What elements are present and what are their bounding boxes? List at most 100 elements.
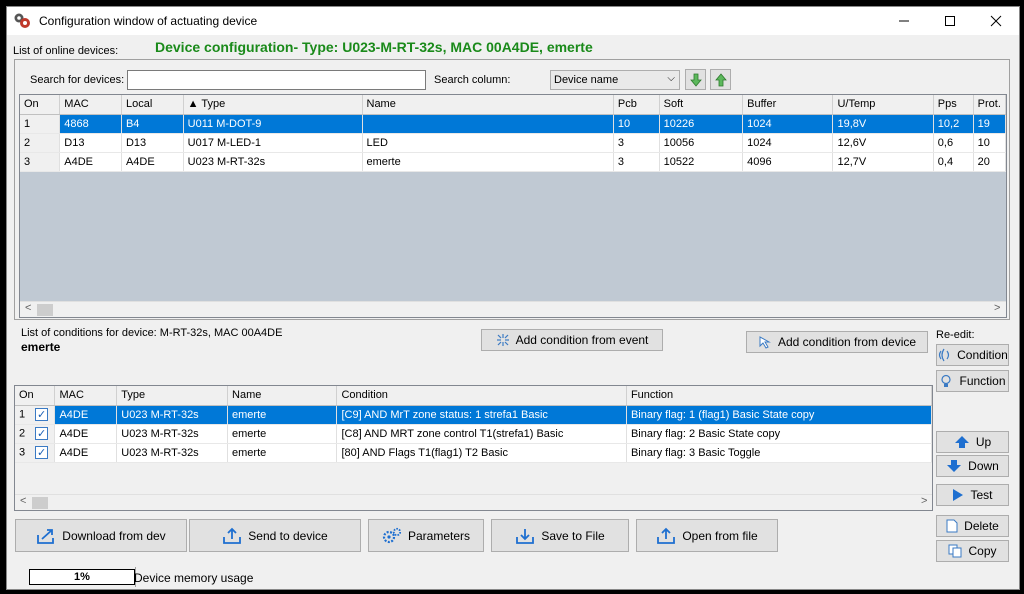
table-cell: U023 M-RT-32s [183, 152, 363, 172]
save-file-label: Save to File [541, 528, 605, 543]
add-from-event-label: Add condition from event [515, 333, 649, 347]
table-cell: [80] AND Flags T1(flag1) T2 Basic [336, 443, 627, 463]
table-cell: LED [362, 133, 614, 153]
conditions-table-row[interactable]: 3 ✓ A4DE U023 M-RT-32s emerte [80] AND Flags … [15, 443, 932, 463]
minimize-icon [899, 20, 909, 22]
add-from-device-label: Add condition from device [777, 335, 917, 349]
conditions-col-header[interactable]: Function [626, 386, 932, 406]
maximize-icon [945, 16, 955, 26]
conditions-table-row[interactable]: 1 ✓ A4DE U023 M-RT-32s emerte [C9] AND MrT zo… [15, 405, 932, 425]
edit-function-button[interactable]: Function [936, 370, 1009, 392]
devices-table-row[interactable]: 3 A4DE A4DE U023 M-RT-32s emerte 3 10522 4096 12… [20, 152, 1006, 172]
enabled-checkbox[interactable]: ✓ [35, 446, 49, 459]
devices-col-header[interactable]: MAC [59, 95, 122, 115]
conditions-col-header[interactable]: MAC [54, 386, 118, 406]
table-cell: 10,2 [933, 114, 974, 134]
devices-hscrollbar[interactable]: < > [20, 301, 1006, 317]
enabled-checkbox[interactable]: ✓ [35, 408, 49, 421]
scroll-right-icon[interactable]: > [994, 302, 1000, 314]
search-column-label: Search column: [434, 74, 511, 86]
row-index: 1 [19, 408, 26, 421]
conditions-col-header[interactable]: Condition [336, 386, 627, 406]
parameters-button[interactable]: Parameters [368, 519, 484, 552]
table-cell: 10056 [659, 133, 744, 153]
burst-icon [496, 333, 510, 347]
table-cell: 4096 [742, 152, 834, 172]
table-cell: 10 [613, 114, 660, 134]
save-file-button[interactable]: Save to File [491, 519, 629, 552]
delete-button[interactable]: Delete [936, 515, 1009, 537]
table-cell: 3 [20, 152, 61, 172]
devices-col-header[interactable]: U/Temp [832, 95, 934, 115]
table-cell: emerte [227, 424, 338, 444]
move-down-button[interactable]: Down [936, 455, 1009, 477]
devices-col-header[interactable]: Pcb [613, 95, 660, 115]
table-cell: A4DE [121, 152, 184, 172]
table-cell: 19 [973, 114, 1006, 134]
devices-col-header[interactable]: ▲ Type [183, 95, 363, 115]
devices-col-header[interactable]: Buffer [742, 95, 834, 115]
devices-grid: On MAC Local ▲ Type Name Pcb Soft Buffer U/Temp P… [19, 94, 1007, 318]
table-cell: U023 M-RT-32s [116, 443, 229, 463]
table-cell: A4DE [54, 424, 118, 444]
table-cell [362, 114, 614, 134]
copy-button[interactable]: Copy [936, 540, 1009, 562]
conditions-grid: On MAC Type Name Condition Function 1 ✓ A4DE U02… [14, 385, 933, 511]
enabled-checkbox[interactable]: ✓ [35, 427, 49, 440]
devices-col-header[interactable]: Prot. [973, 95, 1006, 115]
devices-col-header[interactable]: Soft [659, 95, 744, 115]
devices-table-row[interactable]: 2 D13 D13 U017 M-LED-1 LED 3 10056 1024 12,6V 0,6… [20, 133, 1006, 153]
devices-table-row[interactable]: 1 4868 B4 U011 M-DOT-9 10 10226 1024 19,8V 10,2 1… [20, 114, 1006, 134]
scroll-thumb[interactable] [37, 304, 53, 316]
conditions-table-row[interactable]: 2 ✓ A4DE U023 M-RT-32s emerte [C8] AND MRT zo… [15, 424, 932, 444]
download-button[interactable]: Download from dev [15, 519, 187, 552]
conditions-col-header[interactable]: On [15, 386, 56, 406]
table-cell: A4DE [59, 152, 122, 172]
search-column-select[interactable]: Device name ⌵ [550, 70, 680, 90]
open-file-button[interactable]: Open from file [636, 519, 778, 552]
open-file-label: Open from file [682, 528, 758, 543]
row-index: 3 [19, 446, 26, 459]
conditions-col-header[interactable]: Name [227, 386, 338, 406]
move-up-button[interactable]: Up [936, 431, 1009, 453]
conditions-hscrollbar[interactable]: < > [15, 494, 932, 510]
devices-panel: Search for devices: Search column: Devic… [14, 59, 1010, 320]
search-next-button[interactable] [685, 69, 706, 90]
close-button[interactable] [973, 7, 1019, 35]
maximize-button[interactable] [927, 7, 973, 35]
send-button[interactable]: Send to device [189, 519, 361, 552]
move-up-label: Up [975, 435, 992, 449]
devices-col-header[interactable]: Local [121, 95, 184, 115]
search-label: Search for devices: [30, 74, 125, 86]
search-prev-button[interactable] [710, 69, 731, 90]
devices-col-header[interactable]: On [20, 95, 61, 115]
conditions-device-name: emerte [21, 340, 61, 354]
table-cell: Binary flag: 2 Basic State copy [626, 424, 932, 444]
online-devices-label: List of online devices: [13, 45, 119, 57]
edit-condition-button[interactable]: Condition [936, 344, 1009, 366]
conditions-col-header[interactable]: Type [116, 386, 229, 406]
devices-col-header[interactable]: Name [362, 95, 614, 115]
scroll-thumb[interactable] [32, 497, 48, 509]
table-cell: 4868 [59, 114, 122, 134]
test-button[interactable]: Test [936, 484, 1009, 506]
play-icon [952, 488, 964, 502]
title-bar: Configuration window of actuating device [7, 7, 1019, 35]
table-cell: 12,6V [832, 133, 934, 153]
table-cell: 1024 [742, 133, 834, 153]
conditions-label: List of conditions for device: M-RT-32s,… [21, 327, 283, 339]
scroll-left-icon[interactable]: < [20, 495, 26, 507]
upload-tray-icon [222, 527, 242, 545]
add-from-device-button[interactable]: Add condition from device [746, 331, 928, 353]
table-cell: 0,4 [933, 152, 974, 172]
arrow-up-icon [954, 435, 970, 449]
scroll-right-icon[interactable]: > [921, 495, 927, 507]
table-cell: 20 [973, 152, 1006, 172]
close-icon [990, 15, 1002, 27]
edit-condition-label: Condition [957, 348, 1008, 362]
scroll-left-icon[interactable]: < [25, 302, 31, 314]
devices-col-header[interactable]: Pps [933, 95, 974, 115]
add-from-event-button[interactable]: Add condition from event [481, 329, 663, 351]
search-input[interactable] [127, 70, 426, 90]
minimize-button[interactable] [881, 7, 927, 35]
